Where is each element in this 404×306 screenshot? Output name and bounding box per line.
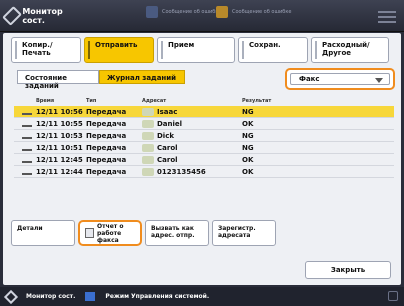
table-row[interactable]: 12/11 10:51 Передача Carol NG	[14, 142, 394, 154]
details-button[interactable]: Детали	[11, 220, 75, 246]
tab-job-log[interactable]: Журнал заданий	[99, 70, 185, 84]
system-manager-icon	[85, 292, 96, 301]
tab-receive[interactable]: Прием	[157, 37, 235, 63]
cell-time: 12/11 10:51	[14, 144, 86, 152]
table-row[interactable]: 12/11 12:44 Передача 0123135456 OK	[14, 166, 394, 178]
filter-value: Факс	[299, 75, 320, 83]
status-bar: Монитор сост. Режим Управления системой.	[0, 287, 404, 306]
view-switch: Состояние заданий Журнал заданий	[17, 70, 185, 90]
main-panel: Копир./ Печать Отправить Прием Сохран. Р…	[3, 33, 401, 285]
status-text-2: Сообщение об ошибке	[232, 9, 292, 15]
fax-destination-icon	[142, 155, 154, 164]
cell-time: 12/11 12:44	[14, 168, 86, 176]
cell-destination: Carol	[142, 143, 242, 152]
header-result: Результат	[242, 97, 272, 104]
cell-destination: Daniel	[142, 119, 242, 128]
logout-icon[interactable]	[388, 291, 398, 301]
cell-result: OK	[242, 119, 254, 128]
tab-label: Отправить	[95, 41, 138, 49]
cell-result: OK	[242, 155, 254, 164]
tab-consumables[interactable]: Расходный/ Другое	[311, 37, 389, 63]
tab-copy-print[interactable]: Копир./ Печать	[11, 37, 81, 63]
tab-store[interactable]: Сохран.	[238, 37, 308, 63]
cell-type: Передача	[86, 119, 127, 128]
category-tabs: Копир./ Печать Отправить Прием Сохран. Р…	[11, 37, 389, 63]
tab-send[interactable]: Отправить	[84, 37, 154, 63]
cell-type: Передача	[86, 155, 127, 164]
fax-destination-icon	[142, 131, 154, 140]
close-button[interactable]: Закрыть	[305, 261, 391, 279]
cell-time: 12/11 10:56	[14, 108, 86, 116]
status-monitor-button[interactable]: Монитор сост.	[2, 4, 68, 28]
fax-report-label: Отчет о работе факса	[97, 222, 124, 244]
destination-name: Daniel	[157, 119, 183, 128]
destination-name: Isaac	[157, 107, 178, 116]
header-time: Время	[36, 97, 55, 104]
cell-destination: Isaac	[142, 107, 242, 116]
printer-icon	[146, 6, 158, 18]
cell-type: Передача	[86, 143, 127, 152]
fax-destination-icon	[142, 167, 154, 176]
destination-name: 0123135456	[157, 167, 206, 176]
table-row[interactable]: 12/11 12:45 Передача Carol OK	[14, 154, 394, 166]
tab-label: Расходный/ Другое	[322, 41, 370, 57]
top-bar: Монитор сост. Сообщение об ошибке Сообще…	[0, 0, 404, 32]
warning-icon	[216, 6, 228, 18]
cell-type: Передача	[86, 107, 127, 116]
table-row[interactable]: 12/11 10:55 Передача Daniel OK	[14, 118, 394, 130]
fax-destination-icon	[142, 143, 154, 152]
destination-name: Carol	[157, 155, 178, 164]
cell-time: 12/11 10:55	[14, 120, 86, 128]
cell-result: NG	[242, 107, 254, 116]
cell-result: OK	[242, 167, 254, 176]
cell-type: Передача	[86, 131, 127, 140]
fax-destination-icon	[142, 119, 154, 128]
destination-name: Dick	[157, 131, 175, 140]
tab-label: Прием	[168, 41, 195, 49]
cell-type: Передача	[86, 167, 127, 176]
fax-report-button[interactable]: Отчет о работе факса	[78, 220, 142, 246]
status-monitor-text[interactable]: Монитор сост.	[26, 293, 75, 300]
tab-label: Копир./ Печать	[22, 41, 53, 57]
system-manager-text: Режим Управления системой.	[105, 293, 210, 300]
status-indicator-1[interactable]: Сообщение об ошибке	[146, 6, 221, 18]
cell-result: NG	[242, 131, 254, 140]
header-type: Тип	[86, 97, 97, 104]
status-text-1: Сообщение об ошибке	[162, 9, 222, 15]
tab-job-status[interactable]: Состояние заданий	[17, 70, 99, 90]
cell-time: 12/11 10:53	[14, 132, 86, 140]
cell-destination: 0123135456	[142, 167, 242, 176]
action-bar: Детали Отчет о работе факса Вызвать как …	[11, 220, 276, 246]
cell-destination: Carol	[142, 155, 242, 164]
document-icon	[85, 228, 94, 238]
menu-icon[interactable]	[378, 8, 396, 24]
table-header: Время Тип Адресат Результат	[14, 95, 394, 106]
header-destination: Адресат	[142, 97, 167, 104]
cell-result: NG	[242, 143, 254, 152]
register-destination-button[interactable]: Зарегистр. адресата	[212, 220, 276, 246]
filter-dropdown[interactable]: Факс	[285, 68, 395, 90]
status-monitor-icon	[3, 289, 19, 304]
destination-name: Carol	[157, 143, 178, 152]
tab-label: Сохран.	[249, 41, 281, 49]
job-log-table: Время Тип Адресат Результат 12/11 10:56 П…	[14, 95, 394, 178]
cell-destination: Dick	[142, 131, 242, 140]
fax-destination-icon	[142, 107, 154, 116]
status-monitor-icon	[2, 5, 23, 27]
table-row[interactable]: 12/11 10:56 Передача Isaac NG	[14, 106, 394, 118]
filter-select: Факс	[290, 73, 390, 85]
cell-time: 12/11 12:45	[14, 156, 86, 164]
status-indicator-2[interactable]: Сообщение об ошибке	[216, 6, 291, 18]
table-body: 12/11 10:56 Передача Isaac NG 12/11 10:55 Пер…	[14, 106, 394, 178]
status-monitor-label: Монитор сост.	[22, 7, 63, 25]
call-as-sender-button[interactable]: Вызвать как адрес. отпр.	[145, 220, 209, 246]
chevron-down-icon	[375, 78, 383, 83]
table-row[interactable]: 12/11 10:53 Передача Dick NG	[14, 130, 394, 142]
